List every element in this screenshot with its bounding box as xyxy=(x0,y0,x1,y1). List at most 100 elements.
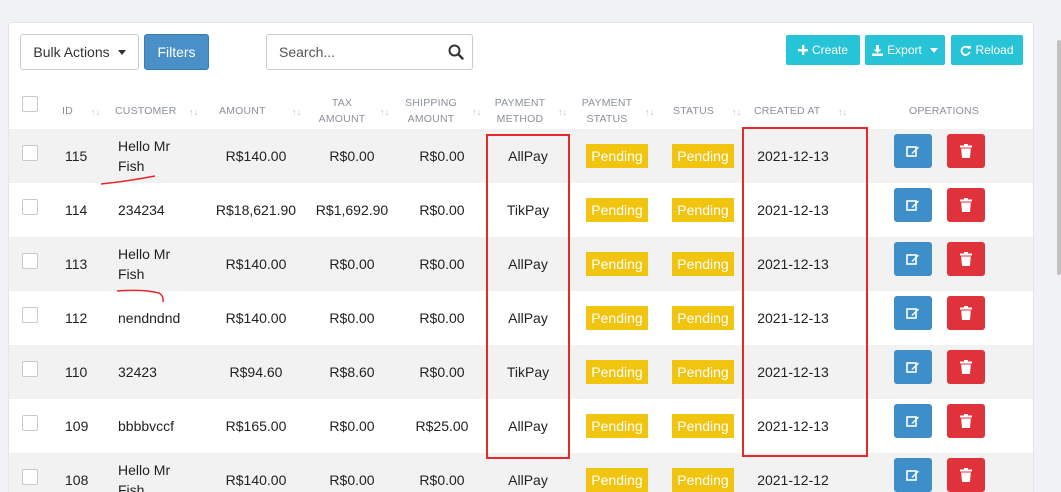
cell-status: Pending xyxy=(665,183,741,237)
header-amount[interactable]: AMOUNT xyxy=(219,93,266,129)
cell-payment-method: TikPay xyxy=(506,364,550,380)
bulk-actions-button[interactable]: Bulk Actions xyxy=(20,34,139,70)
sort-icon[interactable]: ↑↓ xyxy=(645,107,654,117)
cell-amount: R$140.00 xyxy=(225,148,287,164)
cell-payment-method: AllPay xyxy=(508,148,548,164)
scrollbar[interactable] xyxy=(1057,40,1061,275)
create-button[interactable]: Create xyxy=(786,35,860,65)
trash-icon xyxy=(960,198,972,212)
cell-shipping-amount: R$0.00 xyxy=(419,364,465,380)
edit-button[interactable] xyxy=(894,458,932,492)
row-checkbox[interactable] xyxy=(22,469,38,485)
sort-icon[interactable]: ↑↓ xyxy=(380,107,389,117)
delete-button[interactable] xyxy=(947,404,985,438)
cell-id: 113 xyxy=(65,256,88,272)
cell-created-at: 2021-12-13 xyxy=(757,256,829,272)
delete-button[interactable] xyxy=(947,350,985,384)
edit-button[interactable] xyxy=(894,134,932,168)
edit-button[interactable] xyxy=(894,404,932,438)
delete-button[interactable] xyxy=(947,134,985,168)
cell-customer: Hello Mr Fish xyxy=(118,462,171,492)
search-input[interactable] xyxy=(279,44,439,60)
table-row: 112 nendndnd R$140.00 R$0.00 R$0.00 AllP… xyxy=(9,291,1033,345)
cell-customer: 234234 xyxy=(118,202,165,218)
header-payment-method[interactable]: PAYMENT METHOD xyxy=(493,93,547,129)
sort-icon[interactable]: ↑↓ xyxy=(91,107,100,117)
row-checkbox[interactable] xyxy=(22,307,38,323)
edit-button[interactable] xyxy=(894,242,932,276)
header-status[interactable]: STATUS xyxy=(673,93,714,129)
cell-id: 110 xyxy=(65,364,88,380)
row-checkbox[interactable] xyxy=(22,253,38,269)
reload-button[interactable]: Reload xyxy=(951,35,1023,65)
bulk-actions-label: Bulk Actions xyxy=(33,44,110,60)
cell-payment-method: AllPay xyxy=(508,418,548,434)
row-checkbox[interactable] xyxy=(22,415,38,431)
header-label: STATUS xyxy=(586,113,628,125)
sort-icon[interactable]: ↑↓ xyxy=(558,107,567,117)
trash-icon xyxy=(960,360,972,374)
sort-icon[interactable]: ↑↓ xyxy=(472,107,481,117)
refresh-icon xyxy=(961,45,972,56)
cell-customer: Hello Mr Fish xyxy=(118,246,171,282)
cell-tax-amount: R$0.00 xyxy=(329,472,375,488)
delete-button[interactable] xyxy=(947,458,985,492)
cell-status: Pending xyxy=(665,129,741,183)
status-badge: Pending xyxy=(586,144,648,168)
cell-customer: 32423 xyxy=(118,364,157,380)
sort-icon[interactable]: ↑↓ xyxy=(189,107,198,117)
caret-down-icon xyxy=(117,49,126,55)
header-payment-status[interactable]: PAYMENT STATUS xyxy=(580,93,634,129)
delete-button[interactable] xyxy=(947,296,985,330)
cell-tax-amount: R$0.00 xyxy=(329,418,375,434)
select-all-checkbox[interactable] xyxy=(22,96,38,112)
header-label: ID xyxy=(62,105,73,117)
row-checkbox[interactable] xyxy=(22,145,38,161)
table-row: 113 Hello Mr Fish R$140.00 R$0.00 R$0.00… xyxy=(9,237,1033,291)
cell-payment-method: AllPay xyxy=(508,472,548,488)
cell-status: Pending xyxy=(665,453,741,492)
sort-icon[interactable]: ↑↓ xyxy=(732,107,741,117)
header-created-at[interactable]: CREATED AT xyxy=(754,93,820,129)
plus-icon xyxy=(797,45,808,55)
header-label: AMOUNT xyxy=(318,113,366,125)
header-shipping-amount[interactable]: SHIPPING AMOUNT xyxy=(404,93,458,129)
sort-icon[interactable]: ↑↓ xyxy=(292,107,301,117)
edit-button[interactable] xyxy=(894,188,932,222)
cell-payment-status: Pending xyxy=(581,345,653,399)
cell-shipping-amount: R$0.00 xyxy=(419,148,465,164)
cell-payment-status: Pending xyxy=(581,183,653,237)
cell-tax-amount: R$0.00 xyxy=(329,310,375,326)
cell-tax-amount: R$0.00 xyxy=(329,256,375,272)
header-label: OPERATIONS xyxy=(908,105,980,117)
row-checkbox[interactable] xyxy=(22,199,38,215)
status-badge: Pending xyxy=(672,414,734,438)
cell-payment-status: Pending xyxy=(581,399,653,453)
header-customer[interactable]: CUSTOMER xyxy=(115,93,177,129)
cell-shipping-amount: R$0.00 xyxy=(419,202,465,218)
edit-icon xyxy=(906,416,919,427)
header-label: STATUS xyxy=(673,105,715,117)
toolbar: Bulk Actions Filters Create Export xyxy=(9,23,1033,93)
cell-amount: R$165.00 xyxy=(225,418,287,434)
edit-button[interactable] xyxy=(894,296,932,330)
delete-button[interactable] xyxy=(947,242,985,276)
header-id[interactable]: ID xyxy=(62,93,73,129)
status-badge: Pending xyxy=(672,252,734,276)
delete-button[interactable] xyxy=(947,188,985,222)
row-checkbox[interactable] xyxy=(22,361,38,377)
filters-button[interactable]: Filters xyxy=(144,34,209,70)
sort-icon[interactable]: ↑↓ xyxy=(838,107,847,117)
edit-button[interactable] xyxy=(894,350,932,384)
status-badge: Pending xyxy=(672,360,734,384)
export-button[interactable]: Export xyxy=(865,35,945,65)
trash-icon xyxy=(960,144,972,158)
header-label: PAYMENT xyxy=(581,97,633,109)
export-label: Export xyxy=(887,43,922,57)
trash-icon xyxy=(960,252,972,266)
edit-icon xyxy=(906,200,919,211)
header-tax-amount[interactable]: TAX AMOUNT xyxy=(317,93,367,129)
search-icon[interactable] xyxy=(448,44,464,60)
cell-tax-amount: R$1,692.90 xyxy=(315,202,389,218)
table-row: 108 Hello Mr Fish R$140.00 R$0.00 R$0.00… xyxy=(9,453,1033,492)
